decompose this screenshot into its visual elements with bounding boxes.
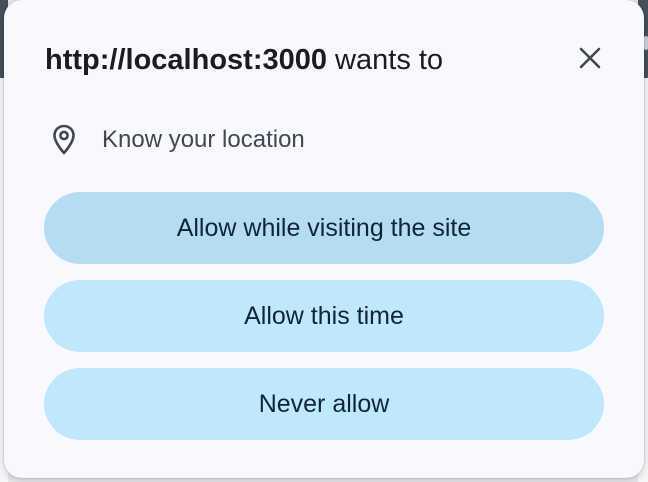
close-icon — [579, 47, 601, 69]
allow-this-time-button[interactable]: Allow this time — [44, 280, 604, 352]
title-suffix: wants to — [327, 44, 444, 76]
permission-dialog: http://localhost:3000 wants to Know your… — [4, 0, 644, 478]
background-indicator — [644, 36, 648, 50]
permission-row: Know your location — [50, 120, 305, 160]
permission-label: Know your location — [102, 126, 305, 153]
allow-while-visiting-button[interactable]: Allow while visiting the site — [44, 192, 604, 264]
never-allow-button[interactable]: Never allow — [44, 368, 604, 440]
dialog-title: http://localhost:3000 wants to — [45, 40, 443, 80]
site-origin: http://localhost:3000 — [45, 44, 327, 76]
location-pin-icon — [50, 123, 78, 157]
close-button[interactable] — [572, 40, 608, 76]
